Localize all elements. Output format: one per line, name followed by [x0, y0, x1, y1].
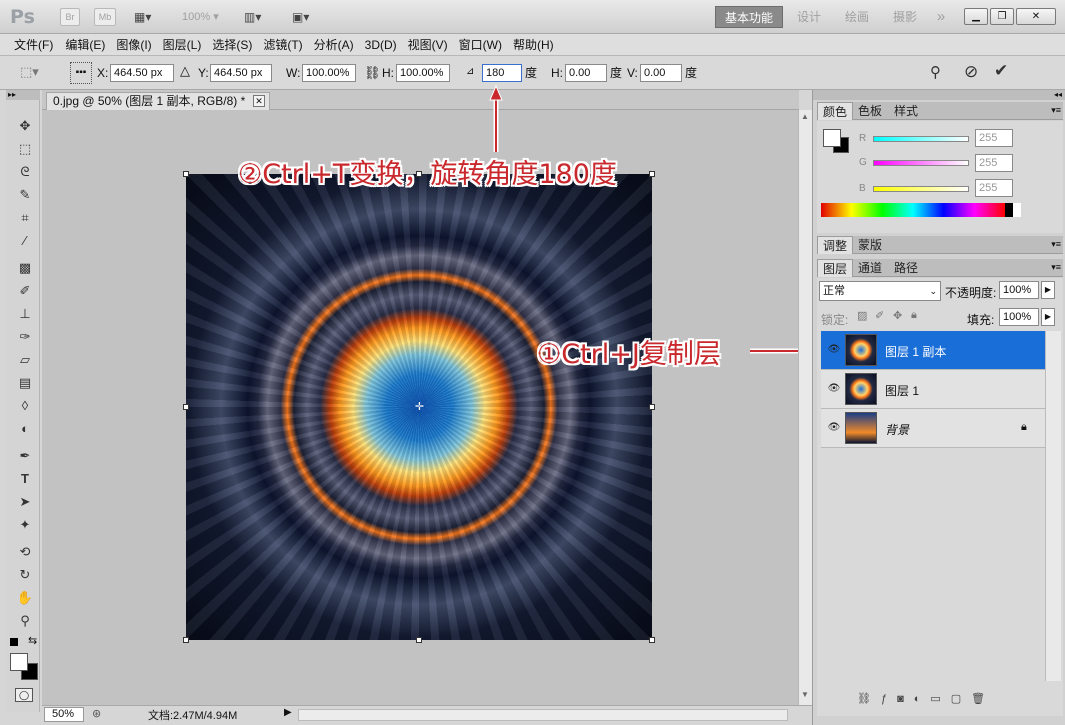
status-doc-size: 文档:2.47M/4.94M [148, 710, 238, 722]
eye-icon[interactable]: 👁︎ [827, 382, 841, 396]
g-slider[interactable] [873, 160, 969, 166]
r-field[interactable]: 255 [975, 129, 1013, 147]
opacity-label: 不透明度: [945, 286, 997, 300]
layer-thumbnail [845, 373, 877, 405]
horizontal-scrollbar[interactable] [298, 709, 788, 721]
lock-transparent-icon[interactable]: ▨ [857, 309, 867, 322]
lock-all-icon[interactable]: 🔒︎ [911, 309, 917, 322]
r-label: R [859, 133, 867, 144]
color-ramp[interactable] [821, 203, 1021, 217]
tab-color[interactable]: 颜色 [817, 102, 854, 120]
color-panel: R 255 G 255 B 255 [817, 121, 1063, 233]
scroll-down-icon[interactable]: ▼ [801, 690, 809, 699]
color-panel-tabs: 颜色 色板 样式 ▾≡ [817, 102, 1063, 120]
layers-panel: 正常 ⌄ 不透明度: 100% ▶ 锁定: ▨ ✐ ✥ 🔒︎ 填充: 100% … [817, 278, 1063, 716]
layer-row-background[interactable]: 👁︎ 背景 🔒︎ [821, 409, 1047, 448]
layer-thumbnail [845, 412, 877, 444]
layer-thumbnail [845, 334, 877, 366]
tab-paths[interactable]: 路径 [889, 259, 923, 277]
r-slider[interactable] [873, 136, 969, 142]
chevron-down-icon: ⌄ [929, 286, 937, 296]
g-field[interactable]: 255 [975, 154, 1013, 172]
tab-layers[interactable]: 图层 [817, 259, 854, 277]
vertical-scrollbar[interactable]: ▲ ▼ [798, 110, 812, 705]
b-field[interactable]: 255 [975, 179, 1013, 197]
lock-position-icon[interactable]: ✥ [893, 309, 902, 322]
status-zoom-field[interactable]: 50% [44, 707, 84, 722]
color-panel-menu-icon[interactable]: ▾≡ [1051, 105, 1061, 116]
layer-name: 图层 1 副本 [885, 345, 947, 359]
status-bar: 50% ⊛ 文档:2.47M/4.94M ▶ [42, 705, 812, 723]
layer-name: 背景 [885, 423, 910, 437]
tab-styles[interactable]: 样式 [889, 102, 923, 120]
tab-adjustments[interactable]: 调整 [817, 236, 854, 254]
status-menu-icon[interactable]: ▶ [284, 707, 292, 718]
lock-pixels-icon[interactable]: ✐ [875, 309, 884, 322]
layers-panel-menu-icon[interactable]: ▾≡ [1051, 262, 1061, 273]
lock-label: 锁定: [821, 313, 849, 327]
eye-icon[interactable]: 👁︎ [827, 343, 841, 357]
opacity-field[interactable]: 100% [999, 281, 1039, 299]
color-fg-swatch[interactable] [823, 129, 841, 147]
arrow-head-up-icon [489, 84, 503, 101]
layer-name: 图层 1 [885, 384, 920, 398]
panels-collapse-icon[interactable]: ◂◂ [813, 90, 1065, 100]
layers-scrollbar[interactable] [1045, 331, 1061, 681]
fill-field[interactable]: 100% [999, 308, 1039, 326]
opacity-slider-icon[interactable]: ▶ [1041, 281, 1055, 299]
layer-row-copy[interactable]: 👁︎ 图层 1 副本 [821, 331, 1047, 370]
tab-channels[interactable]: 通道 [853, 259, 887, 277]
scroll-up-icon[interactable]: ▲ [801, 112, 809, 121]
layer-row-1[interactable]: 👁︎ 图层 1 [821, 370, 1047, 409]
fill-label: 填充: [967, 313, 995, 327]
b-label: B [859, 183, 866, 194]
adjust-panel-menu-icon[interactable]: ▾≡ [1051, 239, 1061, 250]
layer-lock-icon: 🔒︎ [1021, 421, 1027, 433]
tab-swatches[interactable]: 色板 [853, 102, 887, 120]
eye-icon[interactable]: 👁︎ [827, 421, 841, 435]
blend-mode-value: 正常 [823, 285, 845, 297]
right-panels: ◂◂ 颜色 色板 样式 ▾≡ R 255 G 255 B 255 调整 蒙版 ▾… [812, 90, 1065, 725]
status-settings-icon[interactable]: ⊛ [92, 707, 101, 720]
adjust-panel-tabs: 调整 蒙版 ▾≡ [817, 236, 1063, 254]
blend-mode-select[interactable]: 正常 ⌄ [819, 281, 941, 301]
tab-masks[interactable]: 蒙版 [853, 236, 887, 254]
b-slider[interactable] [873, 186, 969, 192]
layers-footer-icons[interactable]: ⛓ƒ◙◐▭▢🗑︎ [857, 692, 1057, 710]
fill-slider-icon[interactable]: ▶ [1041, 308, 1055, 326]
g-label: G [859, 157, 867, 168]
layers-panel-tabs: 图层 通道 路径 ▾≡ [817, 259, 1063, 277]
